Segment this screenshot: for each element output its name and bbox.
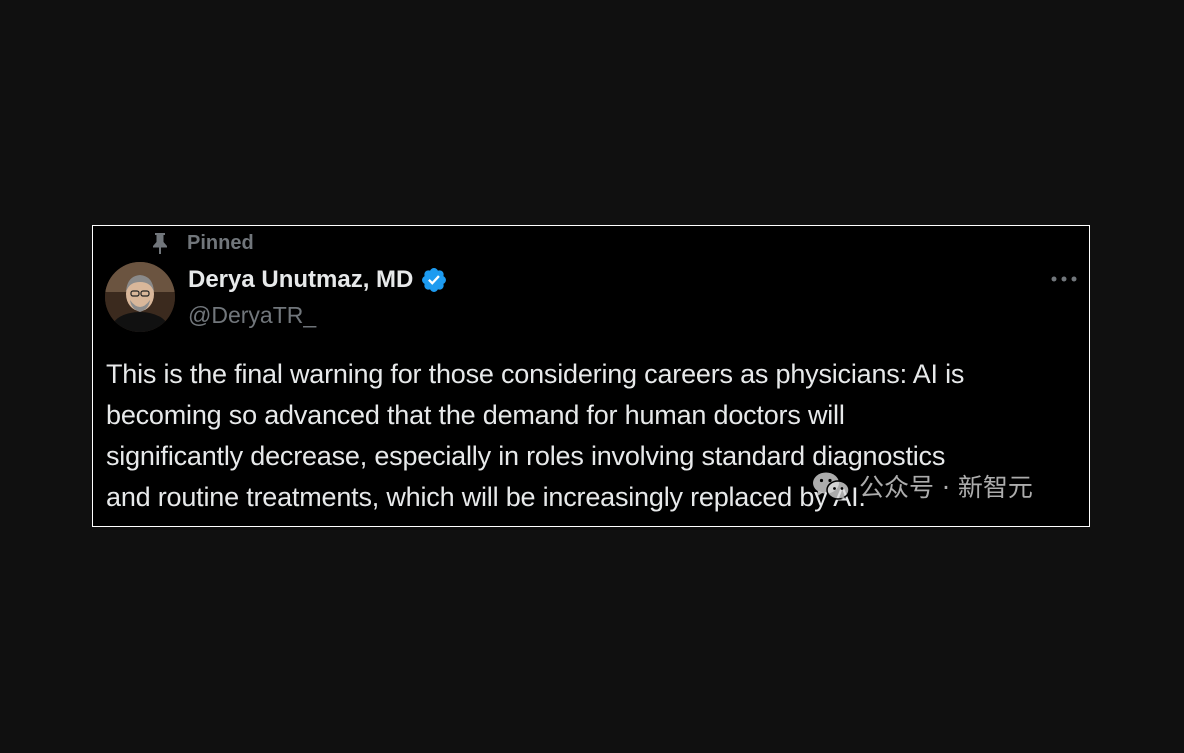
avatar[interactable] [105,262,175,332]
author-name[interactable]: Derya Unutmaz, MD [188,266,413,294]
tweet-text-line: becoming so advanced that the demand for… [106,400,845,430]
avatar-image [105,262,175,332]
author-handle[interactable]: @DeryaTR_ [188,300,316,330]
tweet-text-line: This is the final warning for those cons… [106,359,965,389]
pin-icon [153,233,167,254]
pinned-indicator: Pinned [149,230,254,256]
more-options-icon [1051,276,1077,282]
pinned-label: Pinned [187,231,254,254]
watermark-text: 公众号 · 新智元 [859,473,1033,502]
author-name-row[interactable]: Derya Unutmaz, MD [188,264,448,296]
verified-badge-icon[interactable] [420,266,448,294]
watermark: 公众号 · 新智元 [811,470,1033,502]
wechat-icon [813,472,850,501]
pinned-tweet-card[interactable]: Pinned Derya Unutmaz, MD @DeryaTR_ This [92,225,1090,527]
more-options-button[interactable] [1047,264,1081,294]
